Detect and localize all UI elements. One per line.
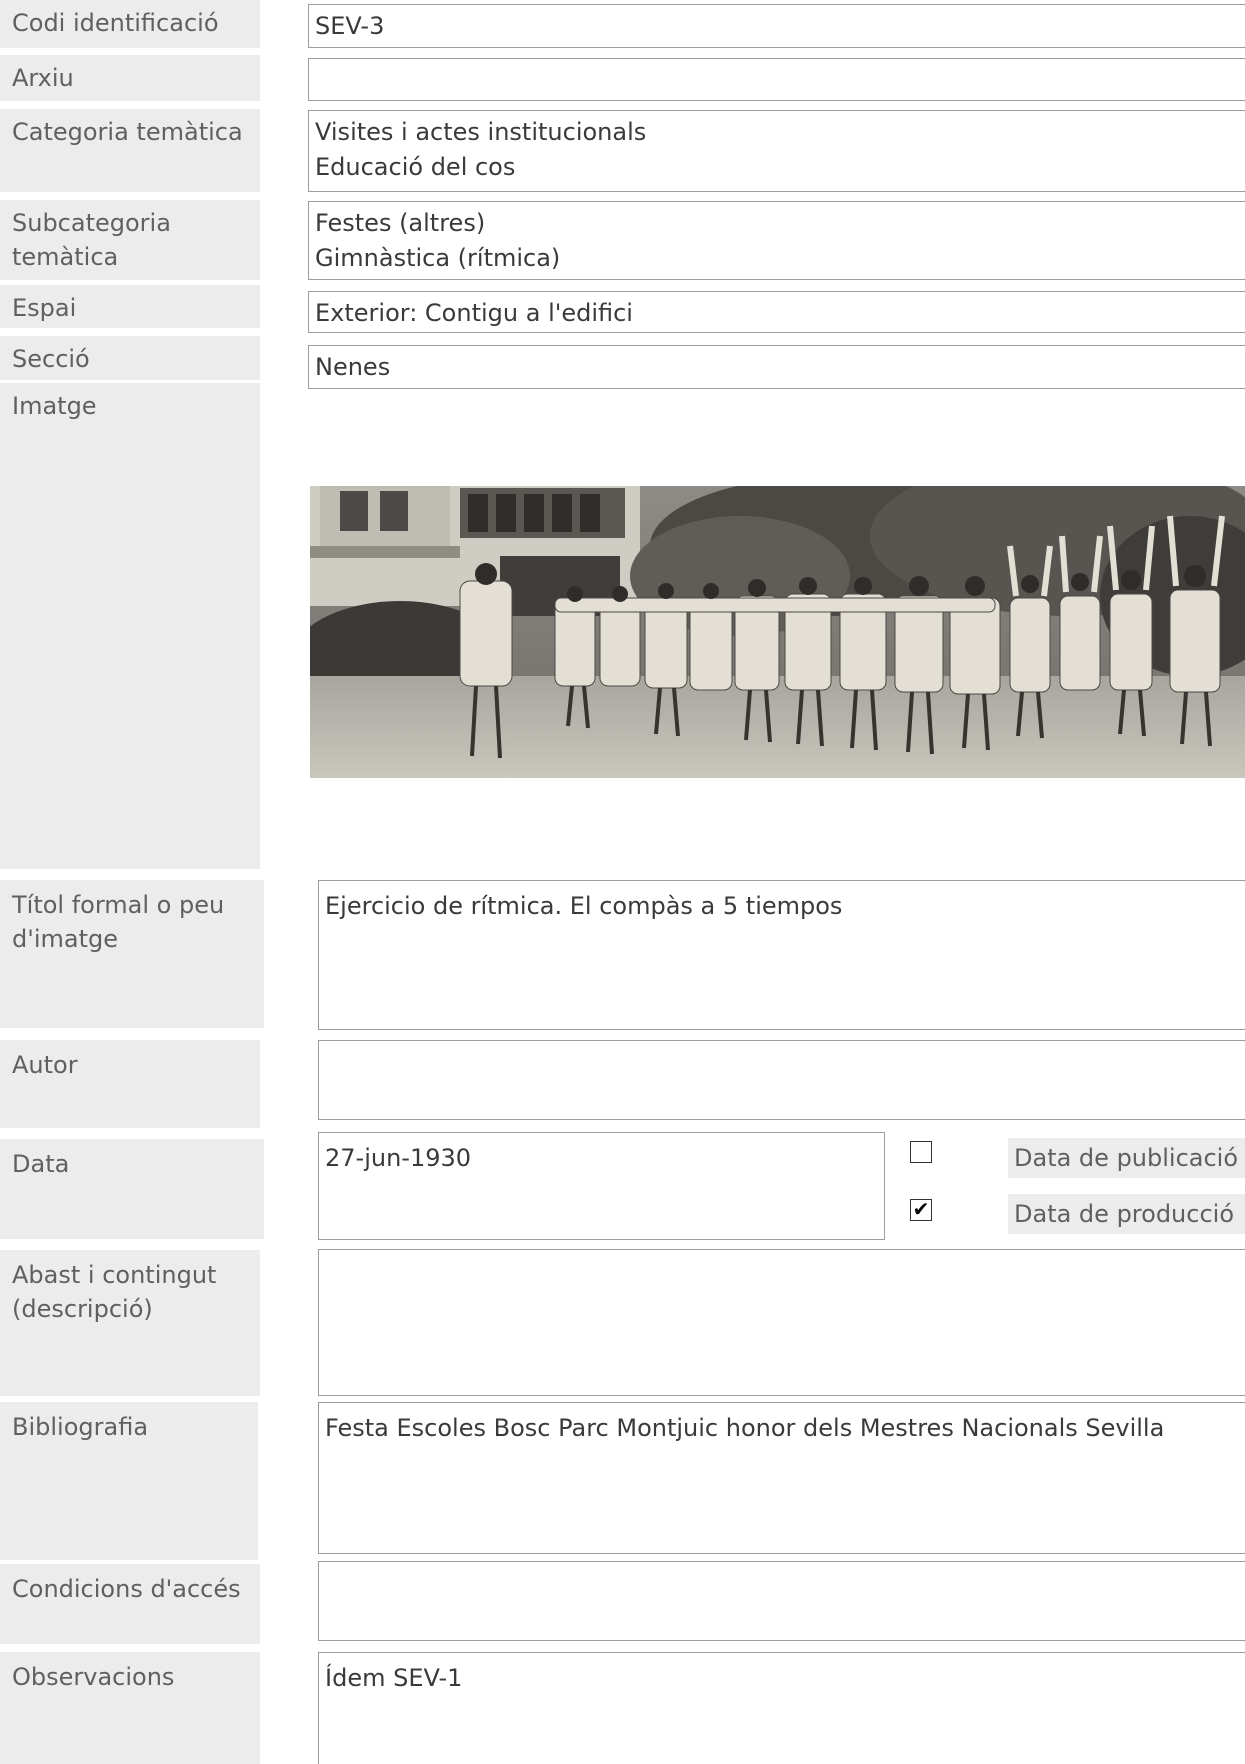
label-data: Data: [0, 1139, 264, 1239]
label-espai: Espai: [0, 285, 260, 328]
label-titol-formal: Títol formal o peu d'imatge: [0, 880, 264, 1028]
label-data-publicacio: Data de publicació: [1008, 1138, 1245, 1178]
field-data[interactable]: 27-jun-1930: [318, 1132, 885, 1240]
field-observacions[interactable]: Ídem SEV-1: [318, 1652, 1245, 1764]
label-condicions-acces: Condicions d'accés: [0, 1564, 260, 1644]
field-abast-contingut[interactable]: [318, 1249, 1245, 1396]
field-subcategoria-tematica[interactable]: Festes (altres) Gimnàstica (rítmica): [308, 201, 1245, 280]
field-categoria-tematica[interactable]: Visites i actes institucionals Educació …: [308, 110, 1245, 192]
field-bibliografia[interactable]: Festa Escoles Bosc Parc Montjuic honor d…: [318, 1402, 1245, 1554]
field-condicions-acces[interactable]: [318, 1561, 1245, 1641]
checkbox-data-publicacio[interactable]: [910, 1141, 932, 1163]
label-categoria-tematica: Categoria temàtica: [0, 109, 260, 192]
label-subcategoria-tematica: Subcategoria temàtica: [0, 200, 260, 280]
checkbox-data-produccio[interactable]: ✔: [910, 1199, 932, 1221]
field-seccio[interactable]: Nenes: [308, 345, 1245, 389]
label-codi-identificacio: Codi identificació: [0, 0, 260, 48]
gymnastics-photo: [310, 486, 1245, 778]
label-arxiu: Arxiu: [0, 55, 260, 101]
field-autor[interactable]: [318, 1040, 1245, 1120]
label-bibliografia: Bibliografia: [0, 1402, 258, 1560]
label-abast-contingut: Abast i contingut (descripció): [0, 1250, 260, 1396]
label-autor: Autor: [0, 1040, 260, 1128]
field-arxiu[interactable]: [308, 58, 1245, 101]
label-imatge: Imatge: [0, 383, 260, 869]
field-codi-identificacio[interactable]: SEV-3: [308, 4, 1245, 48]
label-data-produccio: Data de producció: [1008, 1194, 1245, 1234]
field-espai[interactable]: Exterior: Contigu a l'edifici: [308, 291, 1245, 333]
label-observacions: Observacions: [0, 1652, 260, 1764]
label-seccio: Secció: [0, 336, 260, 380]
field-titol-formal[interactable]: Ejercicio de rítmica. El compàs a 5 tiem…: [318, 880, 1245, 1030]
